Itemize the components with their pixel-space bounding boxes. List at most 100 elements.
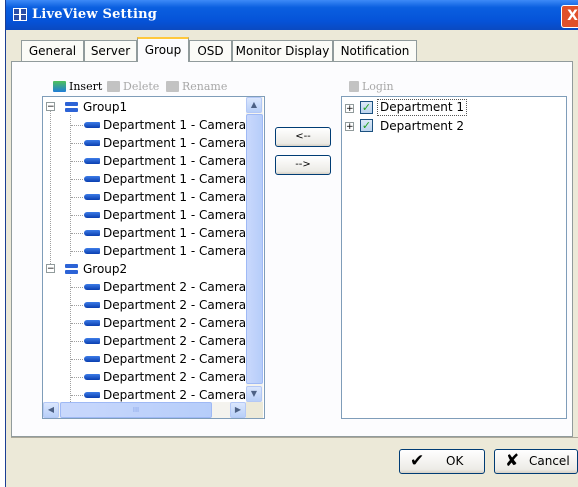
tab-general[interactable]: General [21, 40, 84, 61]
camera-label: Department 1 - Camera 5 [103, 190, 258, 204]
tab-osd[interactable]: OSD [189, 40, 232, 61]
login-button[interactable]: Login [349, 80, 394, 93]
department-label: Department 2 [380, 119, 465, 133]
group-icon [65, 102, 78, 112]
camera-label: Department 1 - Camera 4 [103, 172, 258, 186]
camera-icon [84, 140, 100, 146]
arrow-up-icon: ▲ [250, 100, 258, 109]
tree-connector [70, 115, 71, 256]
checkbox-checked-icon[interactable]: ✓ [360, 101, 373, 114]
cancel-x-icon: ✘ [505, 451, 520, 471]
camera-icon [84, 302, 100, 308]
camera-label: Department 1 - Camera 1 [103, 118, 258, 132]
tab-label: OSD [197, 44, 224, 58]
tree-group-2[interactable]: − Group2 [46, 260, 246, 278]
camera-label: Department 2 - Camera 6 [103, 370, 258, 384]
group-label: Group2 [83, 262, 128, 276]
tab-label: General [28, 44, 77, 58]
scroll-grip: III [132, 406, 140, 414]
tree-connector [71, 377, 83, 378]
tab-label: Server [90, 44, 131, 58]
vertical-scrollbar[interactable]: ▲ ▼ [246, 97, 263, 402]
camera-icon [84, 158, 100, 164]
delete-label: Delete [123, 80, 160, 93]
tree-connector [70, 277, 71, 402]
scroll-corner [246, 402, 263, 418]
login-label: Login [362, 80, 394, 93]
camera-label: Department 1 - Camera 3 [103, 154, 258, 168]
rename-label: Rename [182, 80, 228, 93]
department-label: Department 1 [377, 99, 468, 116]
tree-connector [71, 143, 83, 144]
title-bar[interactable]: LiveView Setting [6, 0, 578, 30]
tab-notification[interactable]: Notification [333, 40, 417, 61]
ok-button[interactable]: ✔ OK [399, 449, 485, 474]
ok-check-icon: ✔ [410, 451, 425, 471]
app-icon [13, 8, 27, 21]
camera-icon [84, 248, 100, 254]
expand-icon[interactable]: + [345, 122, 354, 132]
horizontal-scrollbar[interactable]: ◀ III ▶ [43, 402, 246, 418]
group-icon [65, 264, 78, 274]
tree-group-1[interactable]: − Group1 [46, 98, 246, 116]
camera-icon [84, 374, 100, 380]
tree-connector [71, 161, 83, 162]
camera-icon [84, 176, 100, 182]
close-button[interactable]: X [561, 5, 578, 28]
scroll-down-button[interactable]: ▼ [246, 386, 262, 402]
cancel-label: Cancel [529, 454, 570, 468]
collapse-icon[interactable]: − [46, 102, 55, 112]
rename-button[interactable]: Rename [166, 80, 227, 93]
group-tree[interactable]: − Group1 Department 1 - Camera 1 Departm… [42, 96, 265, 419]
insert-button[interactable]: Insert [53, 80, 102, 93]
tree-connector [71, 323, 83, 324]
tab-label: Notification [340, 44, 410, 58]
scroll-left-button[interactable]: ◀ [43, 402, 59, 418]
scroll-thumb[interactable]: III [60, 402, 212, 418]
camera-icon [84, 338, 100, 344]
tree-connector [71, 197, 83, 198]
camera-icon [84, 122, 100, 128]
tab-group[interactable]: Group [137, 37, 189, 62]
tree-connector [71, 179, 83, 180]
camera-icon [84, 194, 100, 200]
login-icon [349, 81, 359, 92]
camera-icon [84, 230, 100, 236]
camera-label: Department 2 - Camera 1 [103, 280, 258, 294]
scroll-up-button[interactable]: ▲ [246, 97, 262, 113]
department-tree[interactable]: + ✓ Department 1 + ✓ Department 2 [341, 96, 567, 419]
scroll-thumb[interactable] [246, 114, 263, 384]
group-insert-icon [53, 81, 66, 92]
delete-button[interactable]: Delete [107, 80, 159, 93]
collapse-icon[interactable]: − [46, 264, 55, 274]
tree-connector [71, 215, 83, 216]
group-label: Group1 [83, 100, 128, 114]
remove-from-group-button[interactable]: --> [275, 155, 331, 175]
camera-label: Department 2 - Camera 2 [103, 298, 258, 312]
tree-department-2[interactable]: + ✓ Department 2 [345, 117, 545, 135]
scroll-right-button[interactable]: ▶ [230, 402, 246, 418]
tree-connector [71, 305, 83, 306]
add-to-group-button[interactable]: <-- [275, 127, 331, 147]
camera-icon [84, 212, 100, 218]
camera-icon [84, 284, 100, 290]
tab-monitor-display[interactable]: Monitor Display [232, 40, 333, 61]
arrow-left-icon: ◀ [47, 405, 55, 414]
tab-label: Monitor Display [235, 44, 330, 58]
cancel-button[interactable]: ✘ Cancel [494, 449, 578, 474]
camera-label: Department 1 - Camera 6 [103, 208, 258, 222]
tree-connector [71, 125, 83, 126]
tree-connector [71, 233, 83, 234]
camera-label: Department 2 - Camera 5 [103, 352, 258, 366]
tree-connector [71, 395, 83, 396]
tab-server[interactable]: Server [84, 40, 137, 61]
expand-icon[interactable]: + [345, 104, 354, 114]
tree-department-1[interactable]: + ✓ Department 1 [345, 99, 545, 117]
checkbox-checked-icon[interactable]: ✓ [360, 119, 373, 132]
ok-label: OK [446, 454, 464, 468]
camera-label: Department 2 - Camera 3 [103, 316, 258, 330]
window-title: LiveView Setting [32, 7, 158, 22]
tree-connector [71, 341, 83, 342]
tree-connector [71, 251, 83, 252]
camera-icon [84, 392, 100, 398]
